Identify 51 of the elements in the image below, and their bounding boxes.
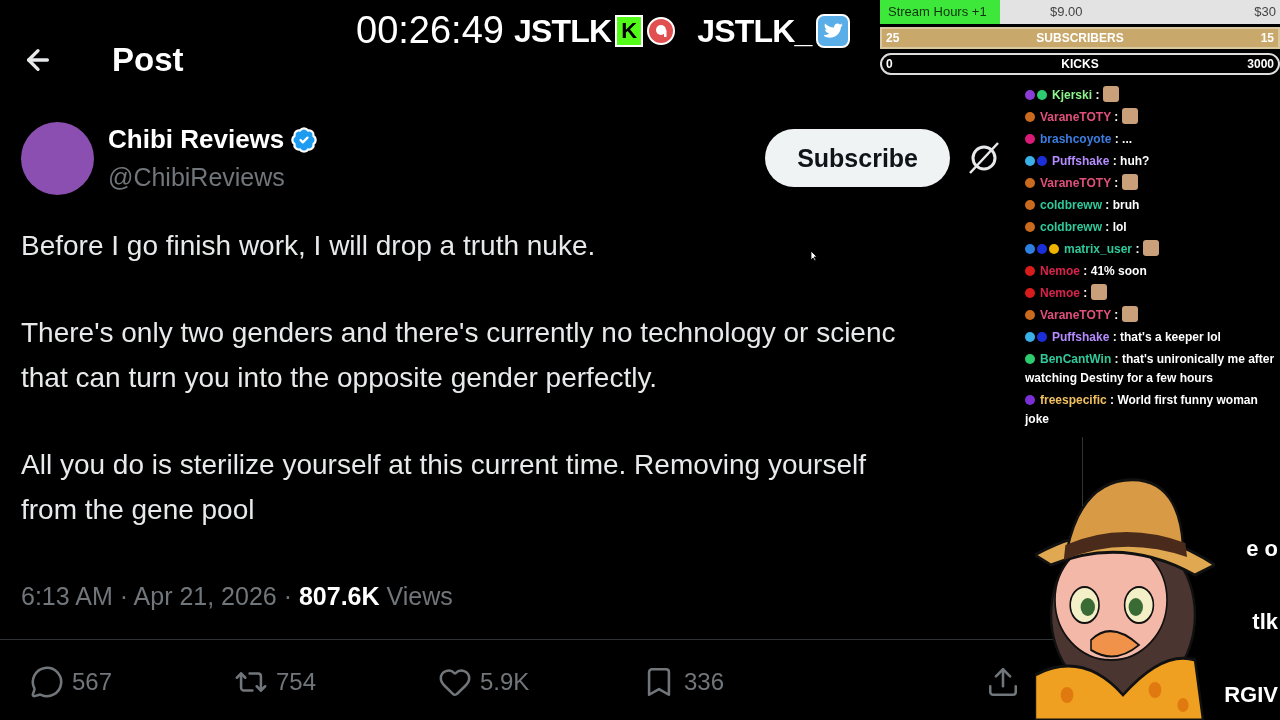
post-paragraph: All you do is sterilize yourself at this current time. Removing yourself from the gene pool [21,447,866,527]
chat-message: Puffshake : huh? [1025,152,1275,171]
action-count: 754 [276,667,317,697]
goal-label: KICKS [1060,56,1100,73]
goal-start: 0 [885,56,894,73]
chat-message: coldbreww : bruh [1025,196,1275,215]
post-paragraph: Before I go finish work, I will drop a truth nuke. [21,228,596,263]
slashed-circle-icon[interactable] [968,141,1000,176]
action-count: 567 [72,667,113,697]
record-icon [647,16,676,45]
emote-icon [1121,108,1138,124]
channel-name: JSTLK [513,11,612,51]
goal-amount: $9.00 [1050,3,1084,22]
chat-message: matrix_user : [1025,240,1275,259]
goal-target: $30 [1254,3,1277,22]
chat-message: coldbreww : lol [1025,218,1275,237]
post-paragraph: There's only two genders and there's currently no technology or scienc that can turn you into the opposite gender perfectly. [21,315,896,395]
author-handle[interactable]: @ChibiReviews [108,159,319,197]
chat-message: VaraneTOTY : [1025,108,1275,127]
emote-icon [1142,240,1159,256]
goal-label: Stream Hours +1 [887,3,988,22]
chat-message: Nemoe : 41% soon [1025,262,1275,281]
chat-message: VaraneTOTY : [1025,174,1275,193]
goal-end: 15 [1259,30,1275,47]
chat-message: freespecific : World first funny woman joke [1025,392,1259,428]
share-icon[interactable] [986,665,1020,699]
channel-name: JSTLK_ [697,11,812,51]
action-count: 5.9K [480,667,530,697]
goal-end: 3000 [1246,56,1275,73]
chat-message: VaraneTOTY : [1025,306,1275,325]
author-name[interactable]: Chibi Reviews [108,120,285,159]
goal-label: SUBSCRIBERS [1035,30,1125,47]
post-meta: 6:13 AM · Apr 21, 2026 · 807.6K Views [20,580,454,612]
page-title: Post [112,40,184,81]
subscribe-button[interactable]: Subscribe [765,129,950,188]
emote-icon [1121,174,1138,190]
chat-message: BenCantWin : that's unironically me after watching Destiny for a few hours [1025,351,1275,387]
bird-icon [815,13,850,48]
emote-icon [1102,86,1119,102]
goal-start: 25 [885,30,901,47]
chat-message: Puffshake : that's a keeper lol [1025,328,1275,347]
chat-message: Kjerski : [1025,86,1275,105]
reply-icon[interactable] [30,665,64,699]
emote-icon [1121,306,1138,322]
emote-icon [1090,284,1107,300]
chat-message: brashcoyote : ... [1025,130,1275,149]
cursor-icon [810,250,818,262]
chat-message: Nemoe : [1025,284,1275,303]
stream-timer: 00:26:49 [356,8,504,53]
kick-logo: K [615,14,644,47]
action-count: 336 [684,667,725,697]
